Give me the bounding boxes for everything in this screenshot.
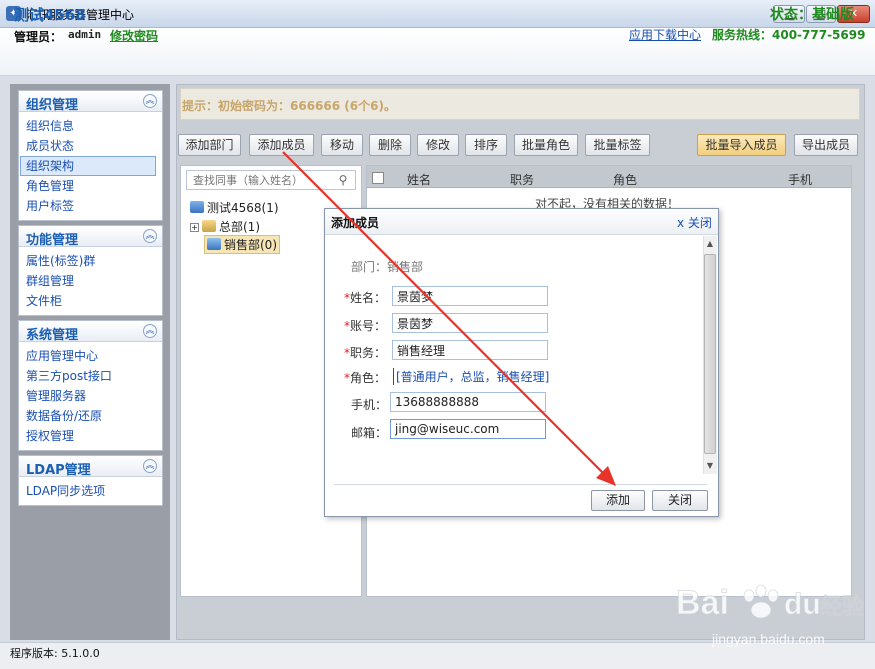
- column-header-name[interactable]: 姓名: [407, 171, 431, 188]
- app-download-link[interactable]: 应用下载中心: [629, 26, 701, 43]
- org-name: 测试4568: [14, 6, 86, 24]
- panel-title: LDAP管理: [26, 463, 91, 478]
- collapse-icon[interactable]: ︽: [143, 94, 157, 108]
- account-label: *账号：: [344, 319, 387, 333]
- sidebar-item-license[interactable]: 授权管理: [19, 426, 162, 446]
- panel-header[interactable]: 功能管理 ︽: [19, 226, 162, 248]
- department-icon: [202, 220, 216, 232]
- batch-role-button[interactable]: 批量角色: [514, 134, 578, 156]
- edit-button[interactable]: 修改: [417, 134, 459, 156]
- collapse-icon[interactable]: ︽: [143, 459, 157, 473]
- panel-title: 功能管理: [26, 233, 79, 248]
- watermark-brand: Bai: [676, 584, 729, 622]
- batch-import-button[interactable]: 批量导入成员: [697, 134, 786, 156]
- dialog-close-link[interactable]: x 关闭: [677, 214, 712, 231]
- baidu-jingyan-watermark: Bai du 经验 jingyan.baidu.com: [676, 584, 865, 647]
- tree-node-hq[interactable]: + 总部(1): [190, 218, 260, 235]
- status-text: 状态：基础版: [770, 7, 854, 23]
- email-label: 邮箱：: [351, 426, 388, 440]
- email-field[interactable]: [390, 419, 546, 439]
- export-members-button[interactable]: 导出成员: [794, 134, 858, 156]
- name-field[interactable]: [392, 286, 548, 306]
- org-root-icon: [190, 201, 204, 213]
- sidebar-item-manage-server[interactable]: 管理服务器: [19, 386, 162, 406]
- dialog-header[interactable]: [325, 209, 718, 235]
- tree-search-input[interactable]: [191, 172, 331, 188]
- tree-node-label: 销售部(0): [224, 238, 277, 252]
- scroll-down-icon[interactable]: ▼: [704, 460, 716, 472]
- svg-text:du: du: [784, 588, 821, 621]
- tree-node-sales[interactable]: 销售部(0): [204, 235, 280, 254]
- sidebar-item-group-management[interactable]: 群组管理: [19, 271, 162, 291]
- phone-field[interactable]: [390, 392, 546, 412]
- change-password-link[interactable]: 修改密码: [110, 27, 158, 44]
- panel-header[interactable]: LDAP管理 ︽: [19, 456, 162, 478]
- panel-title: 系统管理: [26, 328, 79, 343]
- name-label: *姓名：: [344, 291, 387, 305]
- program-version: 程序版本: 5.1.0.0: [10, 647, 100, 660]
- delete-button[interactable]: 删除: [369, 134, 411, 156]
- sidebar-item-member-status[interactable]: 成员状态: [19, 136, 162, 156]
- batch-tag-button[interactable]: 批量标签: [585, 134, 650, 156]
- svg-text:经验: 经验: [820, 594, 864, 620]
- sidebar: 组织管理 ︽ 组织信息 成员状态 组织架构 角色管理 用户标签 功能管理 ︽ 属…: [10, 84, 170, 640]
- panel-system-management: 系统管理 ︽ 应用管理中心 第三方post接口 管理服务器 数据备份/还原 授权…: [18, 320, 163, 451]
- admin-label: 管理员：: [14, 30, 63, 44]
- sidebar-item-org-info[interactable]: 组织信息: [19, 116, 162, 136]
- tree-node-label: 总部(1): [219, 220, 260, 234]
- panel-ldap-management: LDAP管理 ︽ LDAP同步选项: [18, 455, 163, 506]
- column-header-phone[interactable]: 手机: [788, 171, 812, 188]
- panel-header[interactable]: 系统管理 ︽: [19, 321, 162, 343]
- sidebar-item-org-structure[interactable]: 组织架构: [20, 156, 156, 176]
- column-header-role[interactable]: 角色: [613, 171, 637, 188]
- add-member-dialog: [324, 208, 719, 517]
- add-member-button[interactable]: 添加成员: [249, 134, 314, 156]
- tree-node-label: 测试4568(1): [207, 201, 279, 215]
- add-department-button[interactable]: 添加部门: [178, 134, 241, 156]
- collapse-icon[interactable]: ︽: [143, 229, 157, 243]
- sidebar-item-post-api[interactable]: 第三方post接口: [19, 366, 162, 386]
- dialog-divider: [334, 484, 707, 485]
- panel-function-management: 功能管理 ︽ 属性(标签)群 群组管理 文件柜: [18, 225, 163, 316]
- sidebar-item-user-tags[interactable]: 用户标签: [19, 196, 162, 216]
- position-field[interactable]: [392, 340, 548, 360]
- tip-text: 提示：初始密码为：666666 (6个6)。: [182, 99, 396, 113]
- admin-name: admin: [68, 28, 102, 41]
- sidebar-item-app-center[interactable]: 应用管理中心: [19, 346, 162, 366]
- sidebar-item-attribute-groups[interactable]: 属性(标签)群: [19, 251, 162, 271]
- position-label: *职务：: [344, 346, 387, 360]
- column-header-position[interactable]: 职务: [510, 171, 534, 188]
- select-all-checkbox[interactable]: [372, 172, 384, 184]
- close-button[interactable]: 关闭: [652, 490, 708, 511]
- department-icon: [207, 238, 221, 250]
- tree-node-root[interactable]: 测试4568(1): [190, 199, 279, 216]
- role-selector[interactable]: [普通用户，总监，销售经理]: [393, 368, 549, 385]
- expand-icon[interactable]: +: [190, 223, 199, 232]
- sidebar-item-file-cabinet[interactable]: 文件柜: [19, 291, 162, 311]
- panel-title: 组织管理: [26, 98, 79, 113]
- panel-org-management: 组织管理 ︽ 组织信息 成员状态 组织架构 角色管理 用户标签: [18, 90, 163, 221]
- service-hotline: 服务热线：400-777-5699: [712, 28, 866, 42]
- account-field[interactable]: [392, 313, 548, 333]
- collapse-icon[interactable]: ︽: [143, 324, 157, 338]
- move-button[interactable]: 移动: [321, 134, 363, 156]
- department-label: 部门：销售部: [351, 260, 424, 274]
- sidebar-item-role-management[interactable]: 角色管理: [19, 176, 162, 196]
- sidebar-item-backup-restore[interactable]: 数据备份/还原: [19, 406, 162, 426]
- panel-header[interactable]: 组织管理 ︽: [19, 91, 162, 113]
- scrollbar-thumb[interactable]: [704, 254, 716, 454]
- search-icon[interactable]: ⚲: [335, 172, 351, 188]
- phone-label: 手机：: [351, 398, 388, 412]
- sort-button[interactable]: 排序: [465, 134, 507, 156]
- sidebar-item-ldap-sync[interactable]: LDAP同步选项: [19, 481, 162, 501]
- tree-search-box[interactable]: ⚲: [186, 170, 356, 190]
- member-list-header: [367, 166, 851, 188]
- dialog-title: 添加成员: [331, 216, 380, 230]
- scroll-up-icon[interactable]: ▲: [704, 238, 716, 250]
- watermark-url: jingyan.baidu.com: [711, 631, 825, 647]
- add-button[interactable]: 添加: [591, 490, 645, 511]
- role-label: *角色：: [344, 371, 387, 385]
